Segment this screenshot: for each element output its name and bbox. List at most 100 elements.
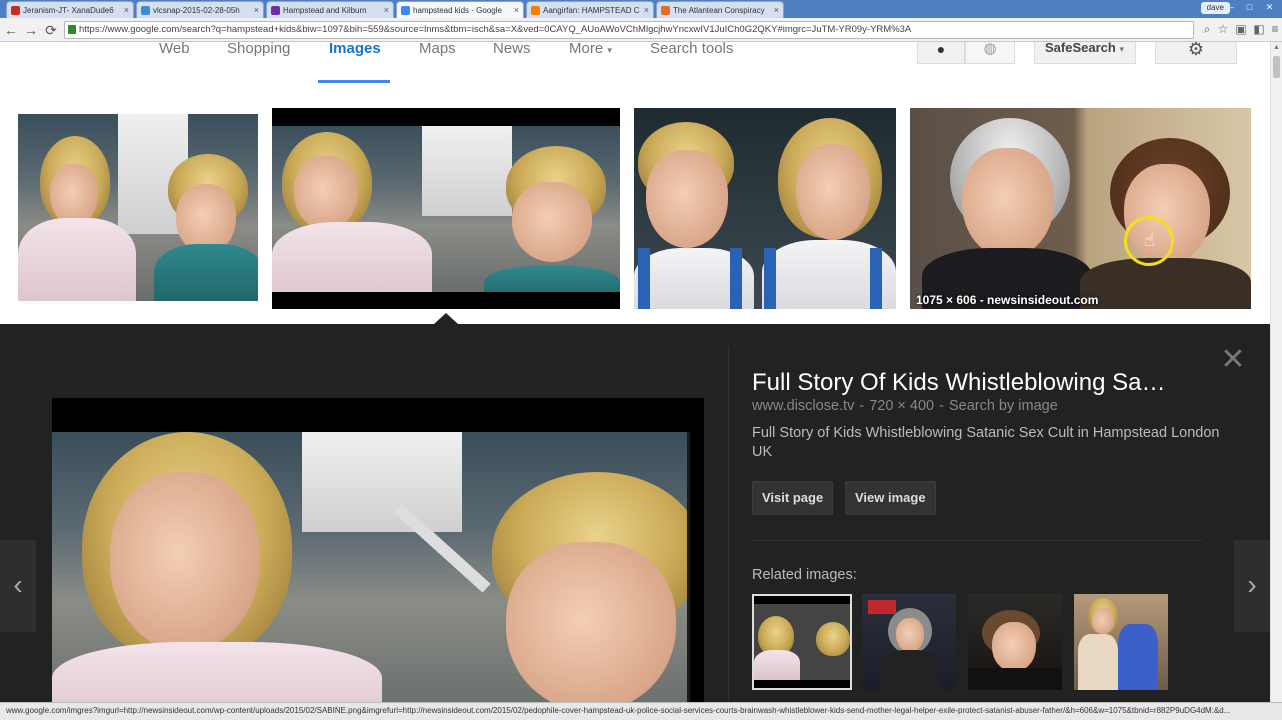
photo-girl-face [796,144,870,240]
photo-letterbox [754,596,850,604]
star-icon[interactable]: ☆ [1216,22,1230,36]
browser-tab-title: hampstead kids - Google [413,5,502,15]
viewer-main-image[interactable] [52,398,704,702]
tab-close-icon[interactable]: × [254,5,259,15]
browser-tab-title: Jeranism-JT- XanaDude6 [23,5,114,15]
search-by-image-link[interactable]: Search by image [949,398,1058,414]
tab-close-icon[interactable]: × [644,5,649,15]
viewer-divider [728,346,729,702]
photo-girl-shirt [18,218,136,301]
page-scrollbar[interactable]: ▲ [1270,42,1282,702]
maximize-icon[interactable]: □ [1242,1,1257,14]
tab-more-label: More [569,40,604,57]
minimize-icon[interactable]: – [1224,1,1239,14]
browser-tab[interactable]: The Atlantean Conspiracy × [656,1,784,18]
google-favicon-icon [401,5,410,15]
tab-close-icon[interactable]: × [514,5,519,15]
lock-icon [68,25,76,34]
image-result-thumbnail[interactable] [18,114,258,301]
tab-search-tools[interactable]: Search tools [650,41,733,56]
image-result-thumbnail[interactable]: ☝ 1075 × 606 - newsinsideout.com [910,108,1251,309]
related-image-thumbnail[interactable] [752,594,852,690]
image-result-thumbnail[interactable] [634,108,896,309]
tab-maps[interactable]: Maps [419,41,456,56]
reload-icon[interactable]: ⟳ [42,21,60,39]
tab-web[interactable]: Web [159,41,190,56]
photo-backpack-strap [764,248,776,309]
close-window-icon[interactable]: ✕ [1262,1,1277,14]
photo-van [302,432,462,532]
browser-tab-title: Hampstead and Kilburn [283,5,367,15]
tab-news[interactable]: News [493,41,531,56]
chevron-left-icon: ‹ [13,569,23,600]
photo-frame [272,126,620,292]
photo-girl-shirt [272,222,432,292]
photo-girl-shirt [754,650,800,680]
browser-tab-title: vlcsnap-2015-02-28-05h [153,5,240,15]
photo-van [422,126,512,216]
forward-icon[interactable]: → [22,21,40,39]
visit-page-button[interactable]: Visit page [752,481,834,515]
address-bar[interactable]: https://www.google.com/search?q=hampstea… [64,21,1194,39]
extension-icon[interactable]: ◧ [1252,22,1266,36]
photo-white-dress [1078,634,1118,690]
browser-tab[interactable]: Aangirfan: HAMPSTEAD C × [526,1,654,18]
photo-girl-face [294,156,358,230]
tab-close-icon[interactable]: × [384,5,389,15]
photo-boy-shirt [154,244,258,301]
related-image-thumbnail[interactable] [1074,594,1168,690]
photo-blue-dress [1118,624,1158,690]
view-image-button[interactable]: View image [845,481,936,515]
browser-tab[interactable]: vlcsnap-2015-02-28-05h × [136,1,264,18]
photo-boy-face [506,542,676,702]
related-image-thumbnail[interactable] [968,594,1062,690]
photo-woman-shirt [1080,258,1251,309]
magnifier-icon[interactable]: ⌕ [1200,22,1214,36]
photo-backpack-strap [638,248,650,309]
next-image-button[interactable]: › [1234,540,1270,632]
tab-close-icon[interactable]: × [774,5,779,15]
photo-boy-face [646,150,728,248]
scrollbar-thumb[interactable] [1273,56,1280,78]
blogger-favicon-icon [661,5,670,15]
image-result-thumbnail-selected[interactable] [272,108,620,309]
browser-tab-active[interactable]: hampstead kids - Google × [396,1,524,18]
tab-shopping[interactable]: Shopping [227,41,290,56]
extension-icon[interactable]: ▣ [1234,22,1248,36]
photo-news-banner [868,600,896,614]
photo-man-face [992,622,1036,672]
tab-images[interactable]: Images [329,41,381,56]
safesearch-label: SafeSearch [1045,40,1116,55]
settings-button[interactable]: ⚙ [1155,40,1237,64]
account-button[interactable]: ● [917,42,965,64]
back-icon[interactable]: ← [2,21,20,39]
scroll-up-icon[interactable]: ▲ [1273,44,1280,51]
image-viewer-panel: ✕ Full Story Of Kids Whistleblowing Sa… … [0,324,1270,702]
viewer-title[interactable]: Full Story Of Kids Whistleblowing Sa… [752,369,1212,397]
yahoo-favicon-icon [271,5,280,15]
photo-girl-face [50,164,98,226]
photo-woman-face [896,618,924,652]
tab-close-icon[interactable]: × [124,5,129,15]
photo-boy-hair [816,622,850,656]
chevron-right-icon: › [1247,569,1257,600]
tab-more[interactable]: More ▾ [569,40,612,57]
close-icon[interactable]: ✕ [1218,345,1248,376]
photo-woman-shirt [880,650,940,690]
viewer-meta: www.disclose.tv -720 × 400- Search by imag… [752,398,1058,414]
source-domain-link[interactable]: www.disclose.tv [752,398,854,414]
browser-tab[interactable]: Hampstead and Kilburn × [266,1,394,18]
previous-image-button[interactable]: ‹ [0,540,36,632]
person-icon: ● [936,41,946,57]
globe-icon: ◍ [983,40,997,57]
menu-icon[interactable]: ≡ [1268,22,1282,36]
globe-button[interactable]: ◍ [965,40,1015,64]
safesearch-button[interactable]: SafeSearch ▾ [1034,40,1136,64]
photo-backpack-strap [870,248,882,309]
image-dimensions: 720 × 400 [869,398,935,414]
selected-thumbnail-pointer [434,313,458,324]
browser-tab[interactable]: Jeranism-JT- XanaDude6 × [6,1,134,18]
photo-frame [52,432,690,702]
related-image-thumbnail[interactable] [862,594,956,690]
address-bar-url: https://www.google.com/search?q=hampstea… [79,24,912,35]
